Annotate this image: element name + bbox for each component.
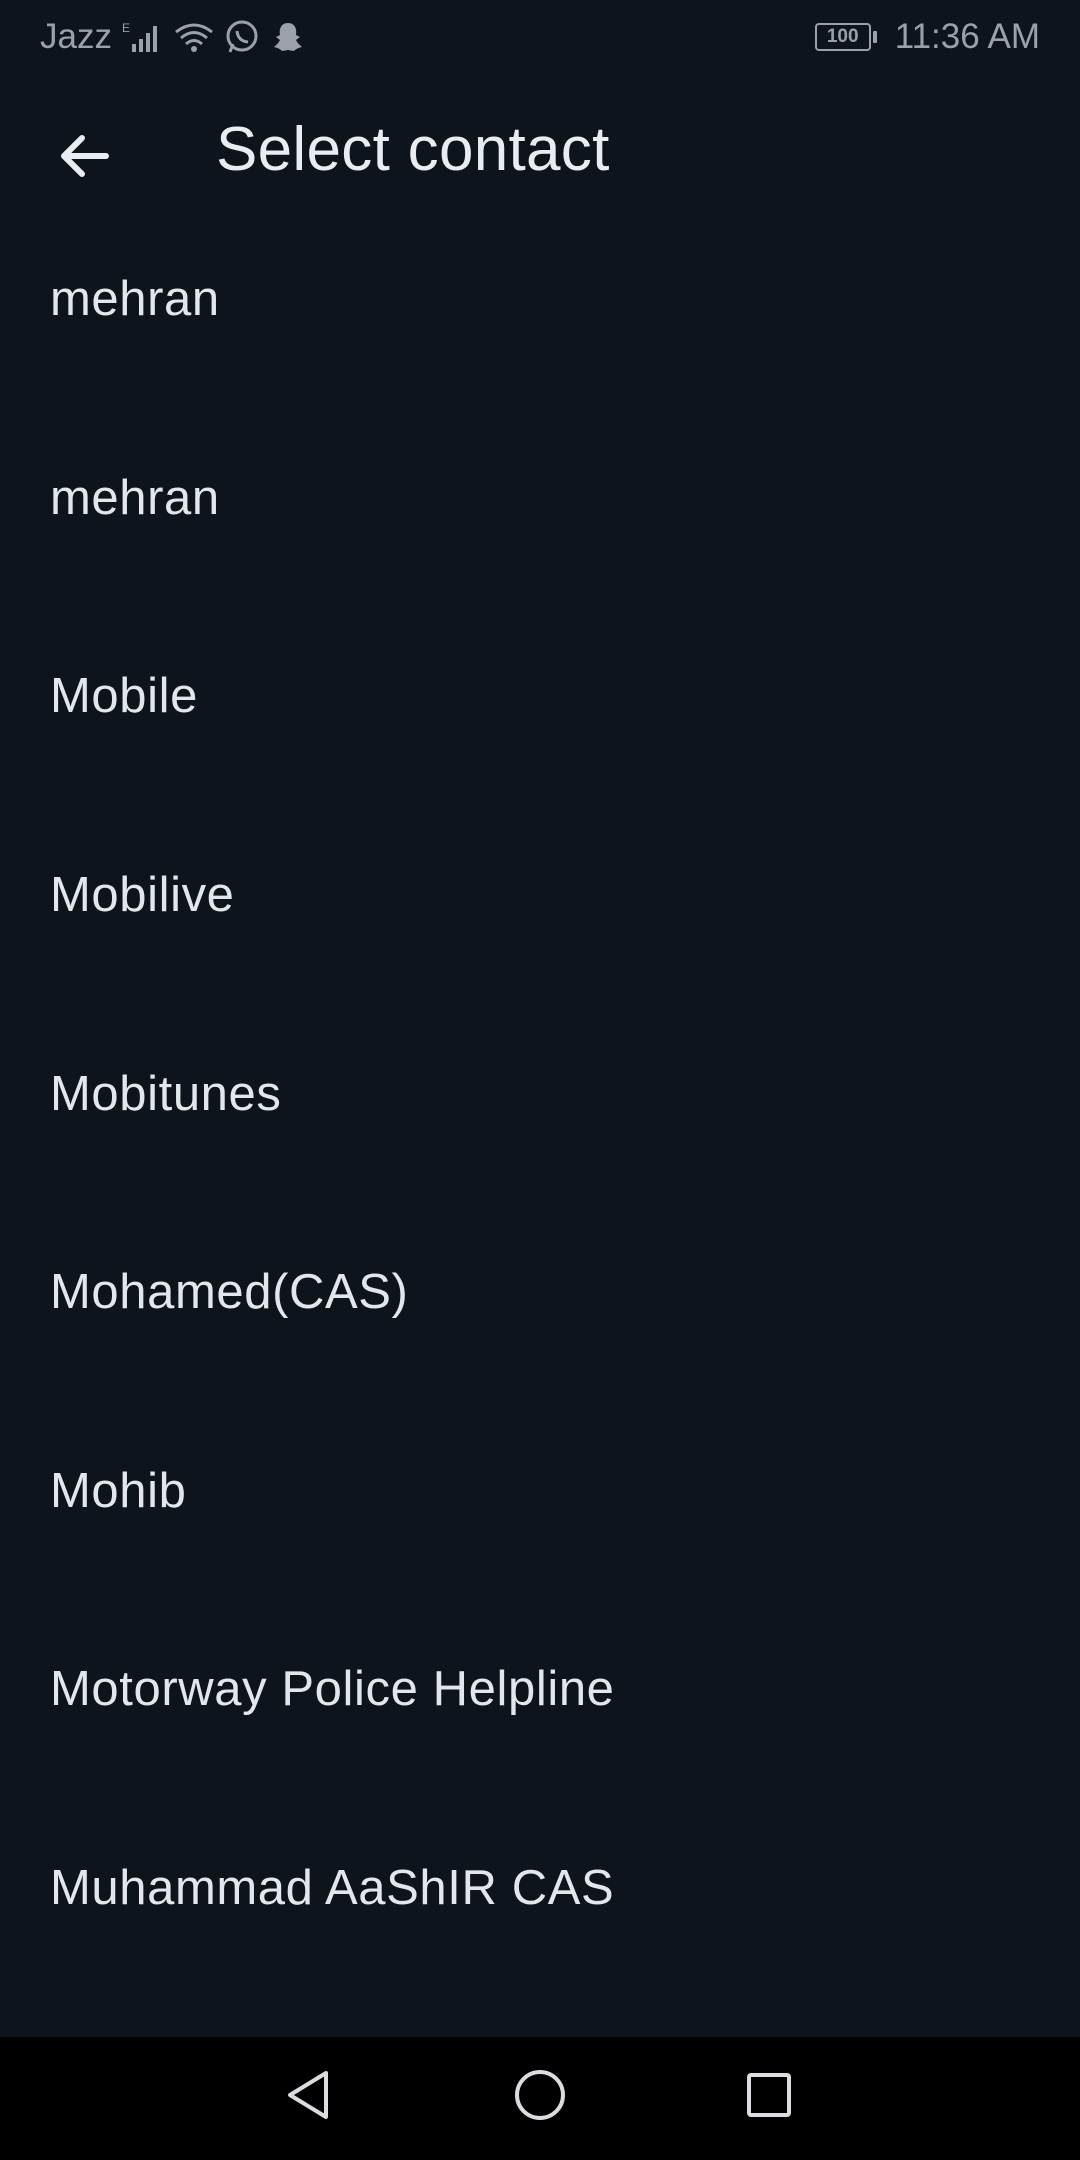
contact-item[interactable]: Mobitunes xyxy=(0,1020,1080,1219)
contact-name: Motorway Police Helpline xyxy=(50,1662,615,1717)
contact-name: mehran xyxy=(50,272,220,327)
contact-name: Mobitunes xyxy=(50,1066,282,1121)
circle-home-icon xyxy=(512,2067,568,2128)
screen: Jazz E 100 11:36 AM Select contact mehra… xyxy=(0,0,1080,2160)
status-bar: Jazz E 100 11:36 AM xyxy=(0,0,1080,74)
contact-name: mehran xyxy=(50,470,220,525)
navigation-bar xyxy=(0,2037,1080,2160)
contact-item[interactable]: Muhammad AaShIR CAS xyxy=(0,1815,1080,2014)
contact-name: Mobile xyxy=(50,669,198,724)
app-bar: Select contact xyxy=(0,74,1080,234)
arrow-left-icon xyxy=(56,128,112,189)
contact-item[interactable]: Mobilive xyxy=(0,822,1080,1021)
nav-recents-button[interactable] xyxy=(729,2057,809,2137)
page-title: Select contact xyxy=(216,115,610,184)
nav-back-button[interactable] xyxy=(268,2057,348,2137)
contact-item[interactable]: Mohamed(CAS) xyxy=(0,1219,1080,1418)
wifi-icon xyxy=(174,20,214,54)
contact-name: Mobilive xyxy=(50,868,235,923)
contact-item[interactable]: mehran xyxy=(0,226,1080,425)
clock: 11:36 AM xyxy=(894,17,1040,56)
contact-item[interactable]: Mohib xyxy=(0,1418,1080,1617)
contact-item[interactable]: mehran xyxy=(0,425,1080,624)
contact-item[interactable]: Mobile xyxy=(0,623,1080,822)
status-left: Jazz E xyxy=(40,17,306,57)
svg-text:E: E xyxy=(122,21,130,35)
whatsapp-icon xyxy=(224,19,260,55)
carrier-label: Jazz xyxy=(40,17,112,56)
contact-list: mehran mehran Mobile Mobilive Mobitunes … xyxy=(0,226,1080,2013)
square-recents-icon xyxy=(741,2067,797,2128)
nav-home-button[interactable] xyxy=(500,2057,580,2137)
contact-name: Muhammad AaShIR CAS xyxy=(50,1861,615,1916)
triangle-back-icon xyxy=(280,2067,336,2128)
contact-item[interactable]: Motorway Police Helpline xyxy=(0,1616,1080,1815)
battery-level: 100 xyxy=(814,23,871,51)
contact-name: Mohamed(CAS) xyxy=(50,1265,409,1320)
contact-name: Mohib xyxy=(50,1463,187,1518)
snapchat-icon xyxy=(270,19,306,55)
signal-icon: E xyxy=(122,20,164,54)
back-button[interactable] xyxy=(44,118,124,198)
battery-icon: 100 xyxy=(814,23,877,51)
status-right: 100 11:36 AM xyxy=(814,17,1040,57)
